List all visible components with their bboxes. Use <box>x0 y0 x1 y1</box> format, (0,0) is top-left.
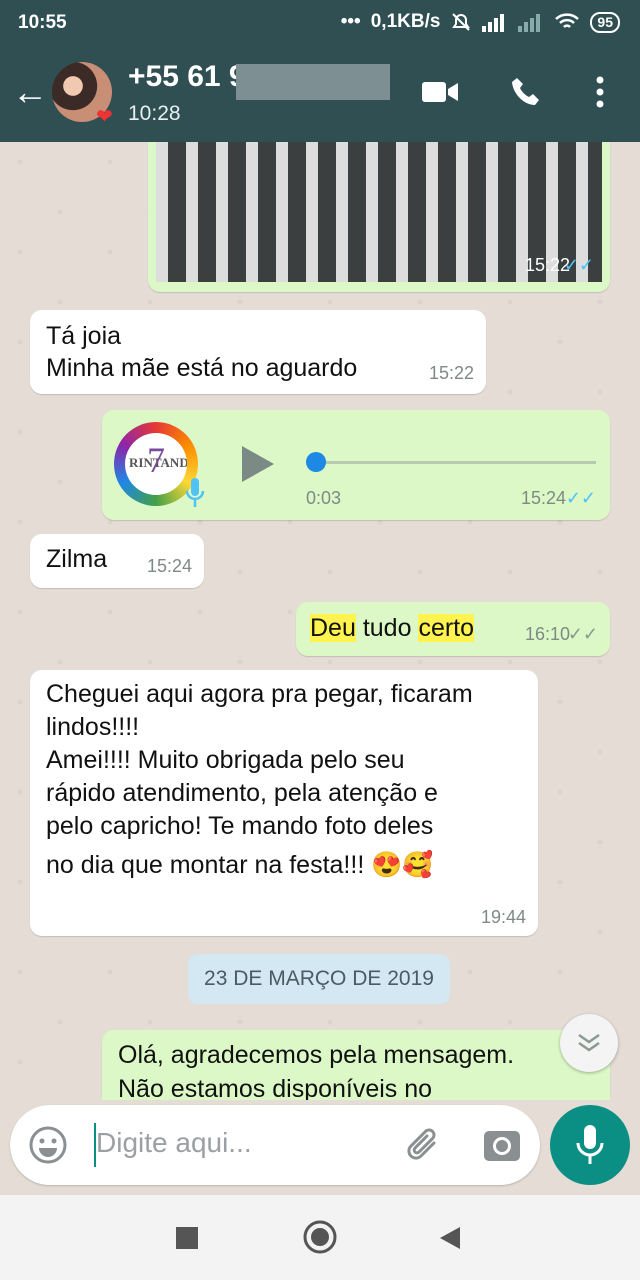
message-text: Deu tudo certo <box>310 614 475 643</box>
read-ticks-icon: ✓✓ <box>565 488 596 508</box>
heart-sticker: ❤ <box>96 106 113 128</box>
message-text-line: no dia que montar na festa!!! 😍🥰 <box>46 851 434 879</box>
status-bar: 10:55 ••• 0,1KB/s 95 <box>0 0 640 46</box>
incoming-message[interactable]: Cheguei aqui agora pra pegar, ficaram li… <box>30 670 538 936</box>
camera-icon[interactable] <box>482 1127 522 1163</box>
message-text-line: rápido atendimento, pela atenção e <box>46 779 438 807</box>
android-nav-bar <box>0 1195 640 1280</box>
contact-name[interactable]: +55 61 9 <box>128 60 246 94</box>
outgoing-message[interactable]: Deu tudo certo 16:10 ✓✓ <box>296 602 610 656</box>
battery-indicator: 95 <box>590 11 620 33</box>
image-message[interactable]: 15:22 ✓✓ <box>148 142 610 292</box>
outgoing-message[interactable]: Olá, agradecemos pela mensagem. Não esta… <box>102 1030 610 1100</box>
message-text: Zilma <box>46 545 108 573</box>
audio-progress-track[interactable] <box>316 461 596 464</box>
more-icon[interactable] <box>580 72 620 112</box>
last-seen: 10:28 <box>128 102 181 125</box>
message-text-line: Olá, agradecemos pela mensagem. <box>118 1041 515 1069</box>
message-time: 19:44 <box>480 907 526 927</box>
redacted-number <box>236 64 390 100</box>
play-icon[interactable] <box>240 444 276 484</box>
message-time: 15:24 <box>146 556 192 576</box>
signal-icon <box>482 14 505 32</box>
audio-progress-thumb[interactable] <box>306 452 326 472</box>
mute-icon <box>452 13 471 31</box>
read-ticks-icon: ✓✓ <box>563 255 594 275</box>
back-arrow-icon[interactable]: ← <box>12 74 48 110</box>
chat-area[interactable]: 15:22 ✓✓ Tá joia Minha mãe está no aguar… <box>0 142 640 1100</box>
message-input[interactable]: Digite aqui... <box>96 1127 252 1159</box>
message-text-part: tudo <box>355 614 419 642</box>
status-dots: ••• <box>340 11 361 32</box>
message-text-line: lindos!!!! <box>46 713 140 741</box>
phone-icon[interactable] <box>506 72 546 112</box>
incoming-message[interactable]: Tá joia Minha mãe está no aguardo 15:22 <box>30 310 486 394</box>
highlighted-word: Deu <box>310 614 356 642</box>
signal-icon-secondary <box>518 14 541 32</box>
message-text-line: Minha mãe está no aguardo <box>46 354 358 382</box>
date-separator: 23 DE MARÇO DE 2019 <box>188 954 450 1004</box>
message-time: 15:22 <box>428 363 474 383</box>
scroll-down-button[interactable] <box>560 1014 618 1072</box>
audio-duration: 0:03 <box>306 488 342 508</box>
mic-icon <box>576 1125 604 1164</box>
chat-header: ← ❤ +55 61 9 10:28 <box>0 46 640 142</box>
emoji-icon[interactable] <box>28 1125 68 1165</box>
message-text-line: Tá joia <box>46 322 122 350</box>
mic-badge-icon <box>185 478 205 507</box>
attach-icon[interactable] <box>404 1125 444 1165</box>
status-time: 10:55 <box>18 12 67 33</box>
message-composer[interactable]: Digite aqui... <box>10 1105 540 1185</box>
delivered-ticks-icon: ✓✓ <box>567 624 598 644</box>
message-text-line: Cheguei aqui agora pra pegar, ficaram <box>46 680 473 708</box>
home-button[interactable] <box>302 1219 338 1255</box>
video-call-icon[interactable] <box>420 72 460 112</box>
highlighted-word: certo <box>418 614 475 642</box>
message-text-line: pelo capricho! Te mando foto deles <box>46 812 434 840</box>
incoming-message[interactable]: Zilma 15:24 <box>30 534 204 588</box>
status-icons: ••• 0,1KB/s 95 <box>341 11 620 33</box>
message-time: 15:24 <box>520 488 566 508</box>
back-button[interactable] <box>438 1225 462 1251</box>
avatar-logo-number: 7 <box>147 440 165 480</box>
message-text-line: Amei!!!! Muito obrigada pelo seu <box>46 746 405 774</box>
mic-button[interactable] <box>550 1105 630 1185</box>
network-speed: 0,1KB/s <box>370 11 441 32</box>
message-text-line: Não estamos disponíveis no <box>118 1075 433 1100</box>
audio-message[interactable]: RINTAND 7 0:03 15:24 ✓✓ <box>102 410 610 520</box>
message-time: 16:10 <box>524 624 570 644</box>
wifi-icon <box>555 13 580 28</box>
recents-button[interactable] <box>176 1227 198 1249</box>
chevron-down-icon <box>578 1033 600 1052</box>
